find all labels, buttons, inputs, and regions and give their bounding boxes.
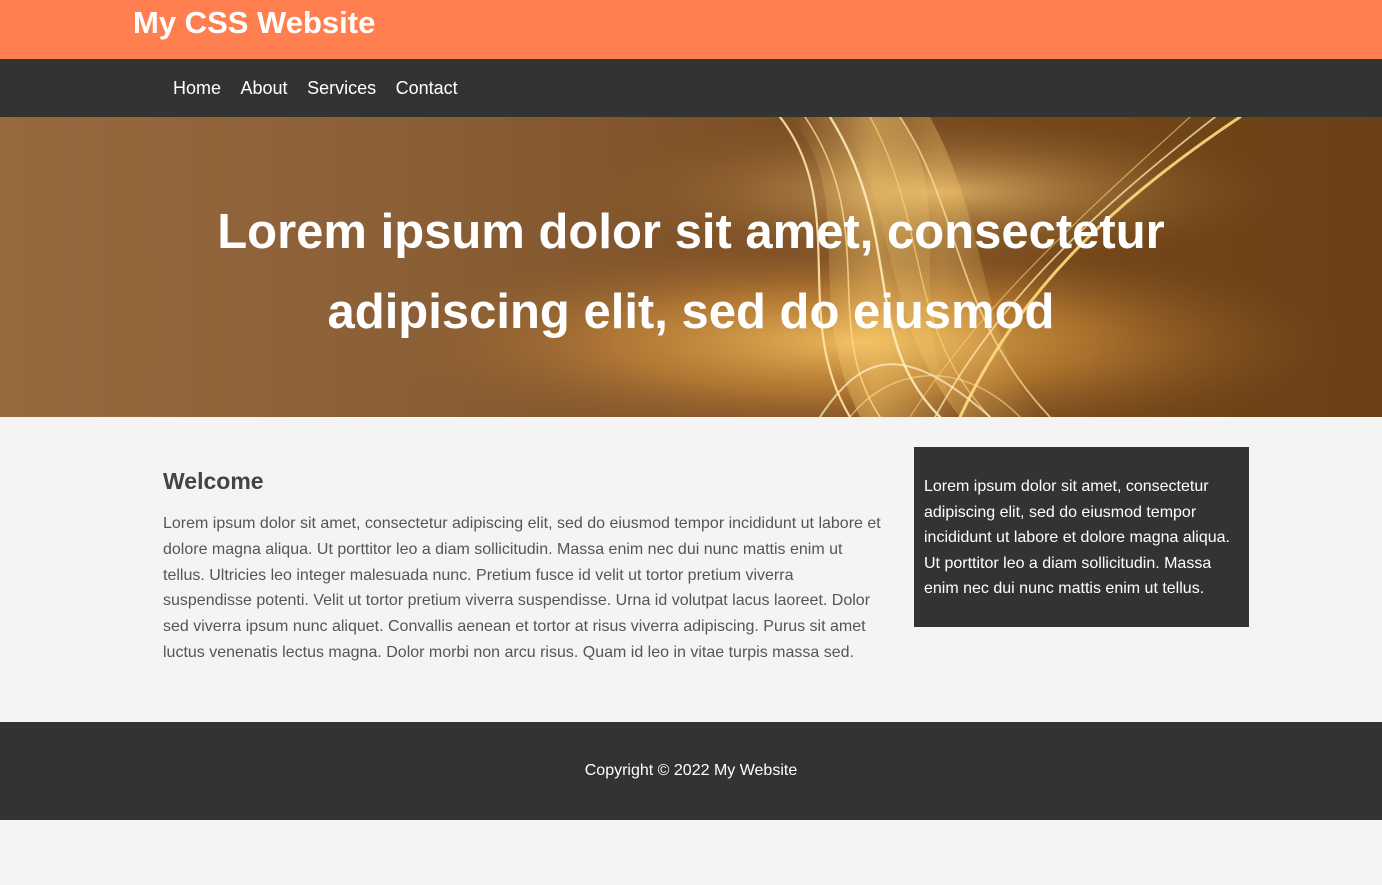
welcome-paragraph: Lorem ipsum dolor sit amet, consectetur … [163, 515, 881, 661]
nav-link-home[interactable]: Home [173, 78, 221, 99]
site-header: My CSS Website [0, 0, 1382, 59]
nav-link-about[interactable]: About [241, 78, 288, 99]
site-footer: Copyright © 2022 My Website [0, 722, 1382, 820]
hero-banner: Lorem ipsum dolor sit amet, consectetur … [0, 117, 1382, 417]
site-title[interactable]: My CSS Website [133, 5, 375, 41]
hero-heading: Lorem ipsum dolor sit amet, consectetur … [217, 205, 1165, 339]
main-nav: Home About Services Contact [0, 59, 1382, 117]
nav-link-contact[interactable]: Contact [396, 78, 458, 99]
nav-list: Home About Services Contact [173, 59, 477, 117]
sidebar-box: Lorem ipsum dolor sit amet, consectetur … [914, 447, 1249, 627]
welcome-heading: Welcome [163, 468, 264, 494]
welcome-section: Welcome Lorem ipsum dolor sit amet, cons… [163, 465, 885, 666]
nav-link-services[interactable]: Services [307, 78, 376, 99]
main-content: Welcome Lorem ipsum dolor sit amet, cons… [0, 417, 1382, 722]
sidebar-text: Lorem ipsum dolor sit amet, consectetur … [924, 478, 1230, 597]
footer-copyright: Copyright © 2022 My Website [584, 762, 798, 779]
